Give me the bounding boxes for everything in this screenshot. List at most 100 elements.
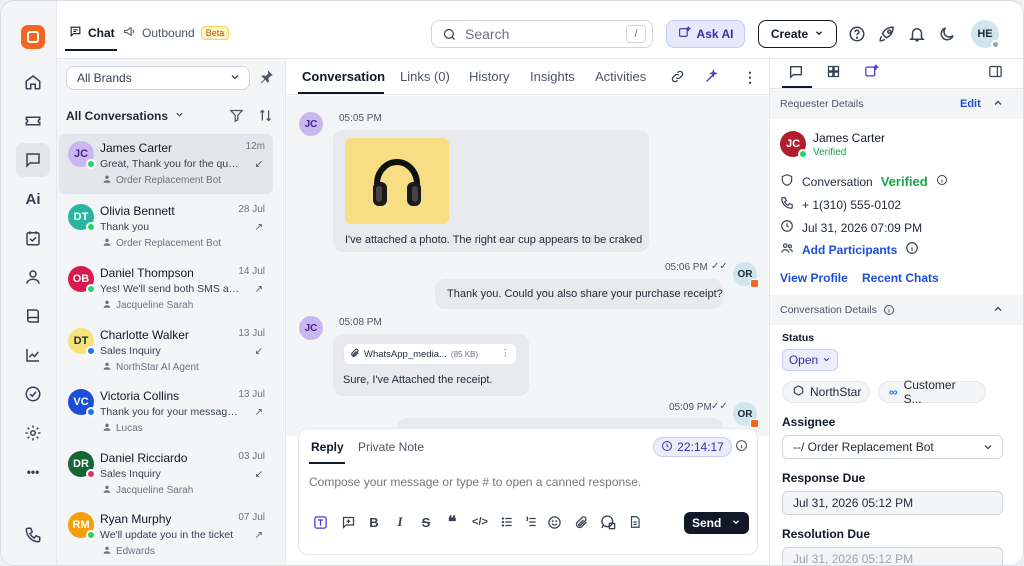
contacts-icon[interactable] bbox=[16, 260, 50, 294]
ai-assist-icon[interactable] bbox=[864, 63, 880, 82]
ticket-icon[interactable] bbox=[16, 104, 50, 138]
message-timestamp: 05:05 PM bbox=[339, 113, 382, 124]
resolution-due-field[interactable]: Jul 31, 2026 05:12 PM bbox=[782, 547, 1003, 565]
add-participants-row[interactable]: Add Participants bbox=[780, 241, 919, 258]
requester-details-header[interactable]: Requester Details Edit bbox=[770, 89, 1023, 119]
code-icon[interactable]: </> bbox=[471, 513, 489, 531]
tab-insights[interactable]: Insights bbox=[530, 69, 575, 84]
reports-icon[interactable] bbox=[16, 338, 50, 372]
chat-details-icon[interactable] bbox=[788, 64, 804, 83]
check-icon[interactable] bbox=[16, 377, 50, 411]
task-icon[interactable] bbox=[16, 221, 50, 255]
ask-ai-button[interactable]: Ask AI bbox=[666, 20, 745, 48]
send-button[interactable]: Send bbox=[684, 512, 749, 534]
search-input[interactable]: Search / bbox=[431, 20, 653, 48]
home-icon[interactable] bbox=[16, 65, 50, 99]
knowledge-icon[interactable] bbox=[16, 299, 50, 333]
message-preview: Sales Inquiry bbox=[100, 468, 161, 480]
bold-icon[interactable]: B bbox=[365, 513, 383, 531]
chevron-up-icon[interactable] bbox=[992, 97, 1004, 112]
status-dropdown[interactable]: Open bbox=[782, 349, 838, 371]
rocket-icon[interactable] bbox=[877, 24, 897, 44]
tab-history[interactable]: History bbox=[469, 69, 509, 84]
info-icon[interactable] bbox=[735, 439, 748, 455]
document-icon[interactable] bbox=[626, 513, 644, 531]
whatsapp-template-icon[interactable] bbox=[599, 513, 617, 531]
numbered-list-icon[interactable] bbox=[522, 513, 540, 531]
contact-name: Victoria Collins bbox=[100, 389, 180, 403]
avatar-initials: VC bbox=[73, 396, 89, 408]
tab-reply[interactable]: Reply bbox=[311, 440, 344, 454]
pin-icon[interactable] bbox=[259, 69, 274, 87]
quote-icon[interactable]: ❝ bbox=[443, 513, 461, 531]
collapse-panel-icon[interactable] bbox=[988, 64, 1003, 82]
bullet-list-icon[interactable] bbox=[498, 513, 516, 531]
conversation-list-item[interactable]: JC James Carter 12m Great, Thank you for th… bbox=[59, 134, 273, 194]
info-icon[interactable] bbox=[936, 174, 948, 189]
canned-response-icon[interactable] bbox=[339, 513, 357, 531]
contact-name: Daniel Thompson bbox=[100, 266, 194, 280]
brand-chip[interactable]: NorthStar bbox=[782, 381, 870, 403]
ai-sparkle-icon[interactable] bbox=[704, 68, 719, 87]
text-template-icon[interactable] bbox=[311, 513, 329, 531]
tab-activities[interactable]: Activities bbox=[595, 69, 646, 84]
headphones-image bbox=[373, 159, 421, 206]
more-options-icon[interactable]: ⋮ bbox=[743, 69, 757, 86]
search-shortcut: / bbox=[626, 25, 646, 43]
tab-outbound[interactable]: Outbound Beta bbox=[123, 25, 230, 41]
details-tabs bbox=[770, 59, 1023, 89]
grid-icon[interactable] bbox=[826, 64, 841, 82]
emoji-icon[interactable] bbox=[545, 513, 563, 531]
attached-photo[interactable] bbox=[345, 138, 449, 224]
tab-links[interactable]: Links (0) bbox=[400, 69, 450, 84]
conversation-list-item[interactable]: OB Daniel Thompson 14 Jul Yes! We'll send b… bbox=[59, 259, 273, 319]
info-icon[interactable] bbox=[905, 241, 919, 258]
conversation-list-item[interactable]: DT Olivia Bennett 28 Jul Thank you ↗ Order Re… bbox=[59, 197, 273, 257]
sla-timer: 22:14:17 bbox=[653, 437, 732, 457]
view-profile-link[interactable]: View Profile bbox=[780, 271, 848, 285]
message-timestamp: 05:06 PM bbox=[665, 262, 708, 273]
file-more-icon[interactable]: ⋮ bbox=[501, 348, 511, 359]
more-icon[interactable]: ••• bbox=[16, 455, 50, 489]
attachment-icon[interactable] bbox=[572, 513, 590, 531]
chevron-down-icon[interactable] bbox=[731, 516, 741, 530]
chevron-up-icon[interactable] bbox=[992, 303, 1004, 318]
phone-icon[interactable] bbox=[16, 518, 50, 552]
conversation-list-item[interactable]: RM Ryan Murphy 07 Jul We'll update you in t… bbox=[59, 505, 273, 565]
conversation-list-item[interactable]: DR Daniel Ricciardo 03 Jul Sales Inquiry ↙ Ja… bbox=[59, 444, 273, 504]
recent-chats-link[interactable]: Recent Chats bbox=[862, 271, 939, 285]
ai-icon[interactable]: Ai bbox=[16, 182, 50, 216]
app-logo[interactable] bbox=[21, 25, 45, 49]
tab-private-note[interactable]: Private Note bbox=[358, 440, 424, 454]
link-icon[interactable] bbox=[670, 69, 685, 87]
brand-filter-select[interactable]: All Brands bbox=[66, 66, 250, 90]
info-icon[interactable] bbox=[883, 304, 895, 316]
conversation-details-header[interactable]: Conversation Details bbox=[770, 295, 1023, 325]
italic-icon[interactable]: I bbox=[391, 513, 409, 531]
user-avatar[interactable]: HE bbox=[971, 20, 1000, 49]
megaphone-icon bbox=[123, 25, 136, 41]
bell-icon[interactable] bbox=[907, 24, 927, 44]
create-button[interactable]: Create bbox=[758, 20, 837, 48]
assignee-select[interactable]: --/ Order Replacement Bot bbox=[782, 435, 1003, 459]
settings-icon[interactable] bbox=[16, 416, 50, 450]
conversation-list-item[interactable]: VC Victoria Collins 13 Jul Thank you for yo… bbox=[59, 382, 273, 442]
filter-icon[interactable] bbox=[229, 108, 244, 126]
edit-link[interactable]: Edit bbox=[960, 98, 981, 110]
response-due-field[interactable]: Jul 31, 2026 05:12 PM bbox=[782, 491, 1003, 515]
conversation-list-item[interactable]: DT Charlotte Walker 13 Jul Sales Inquiry ↙ No… bbox=[59, 321, 273, 381]
all-conversations-filter[interactable]: All Conversations bbox=[66, 109, 185, 123]
add-participants-link[interactable]: Add Participants bbox=[802, 243, 897, 257]
message-input[interactable] bbox=[309, 475, 729, 489]
tab-conversation[interactable]: Conversation bbox=[302, 69, 385, 84]
tab-chat[interactable]: Chat bbox=[69, 25, 115, 41]
sort-icon[interactable] bbox=[258, 108, 273, 126]
chat-icon[interactable] bbox=[16, 143, 50, 177]
channel-chip[interactable]: ∞ Customer S... bbox=[878, 378, 986, 406]
status-value: Open bbox=[788, 353, 819, 367]
help-icon[interactable] bbox=[847, 24, 867, 44]
person-icon bbox=[102, 361, 112, 374]
moon-icon[interactable] bbox=[937, 24, 957, 44]
file-attachment[interactable]: WhatsApp_media... (85 KB) ⋮ bbox=[343, 343, 517, 365]
strikethrough-icon[interactable]: S bbox=[417, 513, 435, 531]
